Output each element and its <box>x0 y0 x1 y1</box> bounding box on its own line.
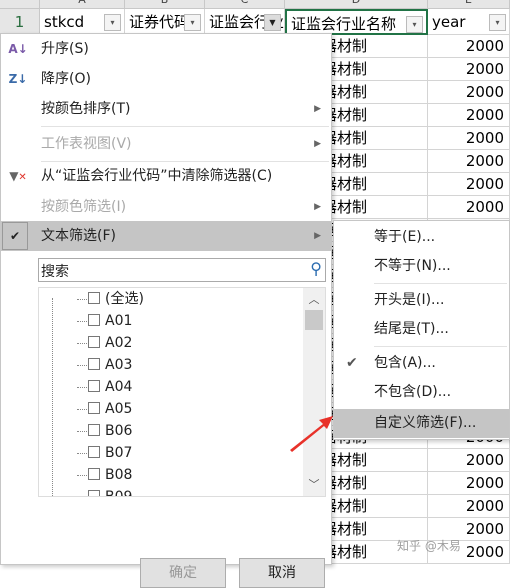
submenu-item[interactable]: 不等于(N)... <box>334 252 509 281</box>
year-cell[interactable]: 2000 <box>428 35 510 58</box>
filter-list-item[interactable]: B06 <box>76 420 132 442</box>
column-header[interactable]: E <box>428 0 510 9</box>
filter-list-item[interactable]: A01 <box>76 310 132 332</box>
filter-list-item[interactable]: A02 <box>76 332 132 354</box>
year-cell[interactable]: 2000 <box>428 495 510 518</box>
cancel-button[interactable]: 取消 <box>239 558 325 588</box>
chevron-right-icon: ▶ <box>314 202 321 212</box>
year-cell[interactable]: 2000 <box>428 173 510 196</box>
filter-list-item[interactable]: B08 <box>76 464 132 486</box>
submenu-item[interactable]: 自定义筛选(F)... <box>334 409 509 438</box>
filter-list-item[interactable]: A03 <box>76 354 132 376</box>
year-cell[interactable]: 2000 <box>428 472 510 495</box>
header-cell[interactable]: year ▾ <box>428 9 510 35</box>
year-cell[interactable]: 2000 <box>428 104 510 127</box>
checkbox[interactable] <box>88 424 100 436</box>
search-icon: ⚲ <box>310 259 322 278</box>
year-cell[interactable]: 2000 <box>428 58 510 81</box>
submenu-item[interactable]: 等于(E)... <box>334 223 509 252</box>
column-header[interactable]: A <box>40 0 125 9</box>
text-filter-submenu: 等于(E)... 不等于(N)... 开头是(I)... 结尾是(T)... ✔ 包含(A… <box>333 220 510 440</box>
checkbox[interactable] <box>88 336 100 348</box>
select-all-corner[interactable] <box>0 0 40 9</box>
scroll-down-icon[interactable]: ﹀ <box>303 476 325 492</box>
sort-ascending-item[interactable]: A↓ 升序(S) <box>1 34 331 64</box>
checkbox[interactable] <box>88 314 100 326</box>
checkmark-icon: ✔ <box>2 222 28 250</box>
checkbox[interactable] <box>88 402 100 414</box>
chevron-right-icon: ▶ <box>314 231 321 241</box>
checkmark-icon: ✔ <box>346 355 358 371</box>
year-cell[interactable]: 2000 <box>428 449 510 472</box>
filter-dropdown-button[interactable]: ▾ <box>104 14 121 31</box>
chevron-right-icon: ▶ <box>314 104 321 114</box>
filter-value-list: (全选) A01 A02 A03 A04 A05 B06 B07 B08 B09 ︿ ﹀ <box>38 287 326 497</box>
column-header[interactable]: D <box>285 0 428 9</box>
filter-list-item[interactable]: B09 <box>88 486 132 496</box>
divider <box>374 283 507 284</box>
search-input[interactable]: 搜索 ⚲ <box>38 258 326 282</box>
filter-list-item[interactable]: B07 <box>76 442 132 464</box>
checkbox[interactable] <box>88 446 100 458</box>
chevron-right-icon: ▶ <box>314 139 321 149</box>
header-cell[interactable]: 证监会行业名称 ▾ <box>285 9 428 35</box>
column-header[interactable]: C <box>205 0 285 9</box>
year-cell[interactable]: 2000 <box>428 150 510 173</box>
autofilter-menu: A↓ 升序(S) Z↓ 降序(O) 按颜色排序(T) ▶ 工作表视图(V) ▶ ▼✕ 从“… <box>0 33 332 588</box>
watermark: 知乎 @木易 <box>397 539 461 553</box>
filter-by-color-item: 按颜色筛选(I) ▶ <box>1 192 331 222</box>
row-header[interactable]: 1 <box>0 9 40 35</box>
filter-dropdown-button[interactable]: ▾ <box>489 14 506 31</box>
column-header[interactable]: B <box>125 0 205 9</box>
header-cell[interactable]: 证监会行业代码▼ <box>205 9 285 35</box>
divider <box>374 346 507 347</box>
divider <box>41 126 329 127</box>
year-cell[interactable]: 2000 <box>428 127 510 150</box>
filter-list-item[interactable]: A05 <box>76 398 132 420</box>
sheet-view-item: 工作表视图(V) ▶ <box>1 129 331 159</box>
list-scrollbar[interactable]: ︿ ﹀ <box>303 288 325 496</box>
filter-dropdown-button[interactable]: ▾ <box>406 16 423 33</box>
ok-button[interactable]: 确定 <box>140 558 226 588</box>
checkbox[interactable] <box>88 380 100 392</box>
checkbox[interactable] <box>88 490 100 496</box>
submenu-item[interactable]: 不包含(D)... <box>334 378 509 407</box>
header-cell[interactable]: 证券代码 ▾ <box>125 9 205 35</box>
clear-filter-item[interactable]: ▼✕ 从“证监会行业代码”中清除筛选器(C) <box>1 161 331 191</box>
sort-by-color-item[interactable]: 按颜色排序(T) ▶ <box>1 94 331 124</box>
year-cell[interactable]: 2000 <box>428 81 510 104</box>
filter-active-icon[interactable]: ▼ <box>264 14 281 31</box>
filter-list-item[interactable]: A04 <box>76 376 132 398</box>
sort-descending-item[interactable]: Z↓ 降序(O) <box>1 64 331 94</box>
submenu-item[interactable]: ✔ 包含(A)... <box>334 349 509 378</box>
submenu-item[interactable]: 结尾是(T)... <box>334 315 509 344</box>
sort-az-icon: A↓ <box>8 42 28 56</box>
text-filter-item[interactable]: ✔ 文本筛选(F) ▶ <box>1 221 331 251</box>
filter-list-item[interactable]: (全选) <box>77 288 144 310</box>
scroll-thumb[interactable] <box>305 310 323 330</box>
header-cell[interactable]: stkcd ▾ <box>40 9 125 35</box>
checkbox[interactable] <box>88 292 100 304</box>
scroll-up-icon[interactable]: ︿ <box>303 291 325 307</box>
checkbox[interactable] <box>88 358 100 370</box>
filter-dropdown-button[interactable]: ▾ <box>184 14 201 31</box>
checkbox[interactable] <box>88 468 100 480</box>
clear-filter-icon: ▼✕ <box>9 169 27 183</box>
annotation-arrow <box>290 416 333 452</box>
year-cell[interactable]: 2000 <box>428 196 510 219</box>
sort-za-icon: Z↓ <box>8 72 28 86</box>
submenu-item[interactable]: 开头是(I)... <box>334 286 509 315</box>
